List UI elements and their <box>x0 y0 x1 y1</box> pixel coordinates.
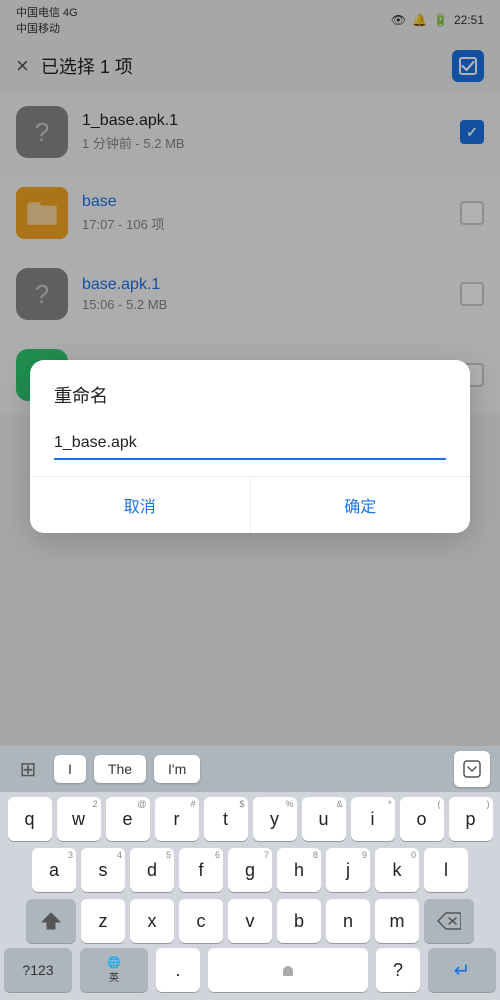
keyboard-word2[interactable]: The <box>94 755 146 783</box>
key-o[interactable]: (o <box>400 797 444 841</box>
dialog-actions: 取消 确定 <box>30 476 470 533</box>
keyboard-toolbar: ⊞ I The I'm <box>0 746 500 792</box>
confirm-button[interactable]: 确定 <box>251 477 471 533</box>
key-i[interactable]: *i <box>351 797 395 841</box>
key-r[interactable]: #r <box>155 797 199 841</box>
return-key[interactable]: ↵ <box>428 948 496 992</box>
rename-input[interactable] <box>54 428 446 460</box>
key-u[interactable]: &u <box>302 797 346 841</box>
key-s[interactable]: 4s <box>81 848 125 892</box>
keyboard-bottom-row: ?123 🌐 英 . ? ↵ <box>0 945 500 1000</box>
dialog-input-wrap <box>30 420 470 476</box>
delete-key[interactable] <box>424 899 474 943</box>
keyboard-word1[interactable]: I <box>54 755 86 783</box>
keyboard-row-1: q 2w @e #r $t %y &u *i (o )p <box>0 792 500 843</box>
key-t[interactable]: $t <box>204 797 248 841</box>
key-l[interactable]: l <box>424 848 468 892</box>
key-a[interactable]: 3a <box>32 848 76 892</box>
key-v[interactable]: v <box>228 899 272 943</box>
keyboard: ⊞ I The I'm q 2w @e #r $t %y &u *i (o )p… <box>0 746 500 1000</box>
key-y[interactable]: %y <box>253 797 297 841</box>
key-b[interactable]: b <box>277 899 321 943</box>
space-key[interactable] <box>208 948 368 992</box>
key-j[interactable]: 9j <box>326 848 370 892</box>
question-key[interactable]: ? <box>376 948 420 992</box>
language-key[interactable]: 🌐 英 <box>80 948 148 992</box>
key-p[interactable]: )p <box>449 797 493 841</box>
key-x[interactable]: x <box>130 899 174 943</box>
key-g[interactable]: 7g <box>228 848 272 892</box>
key-n[interactable]: n <box>326 899 370 943</box>
keyboard-row-3: z x c v b n m <box>0 894 500 945</box>
num-switch-key[interactable]: ?123 <box>4 948 72 992</box>
keyboard-row-2: 3a 4s 5d 6f 7g 8h 9j 0k l <box>0 843 500 894</box>
key-h[interactable]: 8h <box>277 848 321 892</box>
keyboard-grid-icon[interactable]: ⊞ <box>10 751 46 787</box>
key-c[interactable]: c <box>179 899 223 943</box>
key-z[interactable]: z <box>81 899 125 943</box>
dialog-title: 重命名 <box>30 360 470 420</box>
dot-key[interactable]: . <box>156 948 200 992</box>
key-e[interactable]: @e <box>106 797 150 841</box>
keyboard-word3[interactable]: I'm <box>154 755 200 783</box>
key-q[interactable]: q <box>8 797 52 841</box>
rename-dialog: 重命名 取消 确定 <box>30 360 470 533</box>
key-w[interactable]: 2w <box>57 797 101 841</box>
key-k[interactable]: 0k <box>375 848 419 892</box>
cancel-button[interactable]: 取消 <box>30 477 251 533</box>
keyboard-hide-button[interactable] <box>454 751 490 787</box>
key-d[interactable]: 5d <box>130 848 174 892</box>
key-f[interactable]: 6f <box>179 848 223 892</box>
shift-key[interactable] <box>26 899 76 943</box>
key-m[interactable]: m <box>375 899 419 943</box>
